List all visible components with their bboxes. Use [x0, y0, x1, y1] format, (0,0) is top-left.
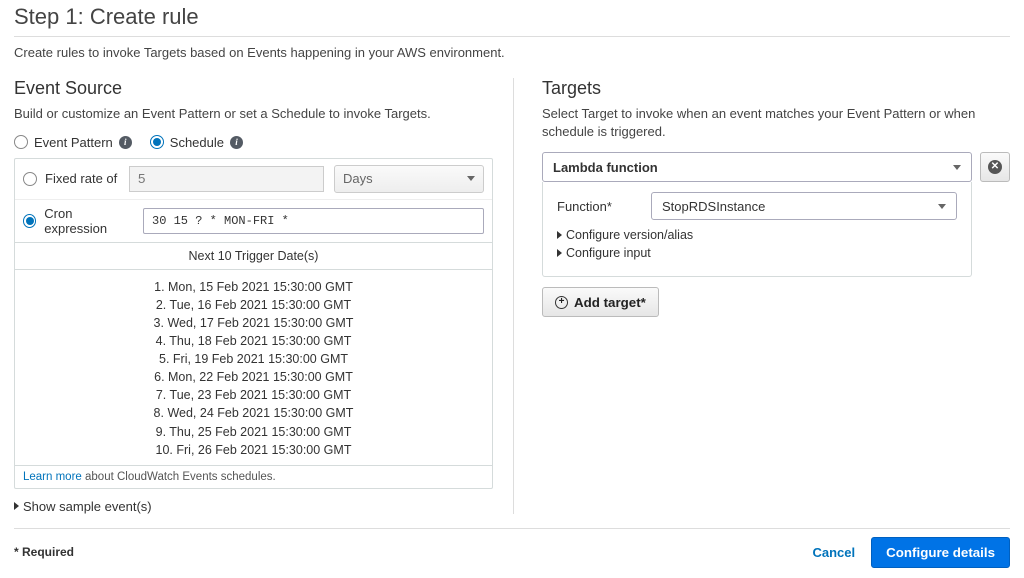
target-type-select[interactable]: Lambda function [542, 152, 972, 182]
radio-schedule[interactable]: Schedule i [150, 135, 243, 150]
event-source-desc: Build or customize an Event Pattern or s… [14, 105, 493, 123]
close-icon: ✕ [988, 160, 1002, 174]
learn-more-link[interactable]: Learn more [23, 471, 82, 483]
radio-icon [150, 135, 164, 149]
trigger-date: 5. Fri, 19 Feb 2021 15:30:00 GMT [15, 350, 492, 368]
trigger-dates-list: 1. Mon, 15 Feb 2021 15:30:00 GMT 2. Tue,… [15, 269, 492, 465]
page-title: Step 1: Create rule [14, 4, 1010, 30]
fixed-rate-input [129, 166, 324, 192]
chevron-right-icon [14, 502, 19, 510]
targets-heading: Targets [542, 78, 1010, 99]
trigger-dates-header: Next 10 Trigger Date(s) [15, 242, 492, 269]
info-icon[interactable]: i [119, 136, 132, 149]
fixed-rate-unit-value: Days [343, 171, 373, 186]
radio-fixed-rate[interactable] [23, 172, 37, 186]
trigger-date: 7. Tue, 23 Feb 2021 15:30:00 GMT [15, 386, 492, 404]
chevron-down-icon [467, 176, 475, 181]
radio-event-pattern-label: Event Pattern [34, 135, 113, 150]
chevron-down-icon [938, 204, 946, 209]
learn-more-row: Learn more about CloudWatch Events sched… [15, 465, 492, 488]
trigger-date: 4. Thu, 18 Feb 2021 15:30:00 GMT [15, 332, 492, 350]
trigger-date: 2. Tue, 16 Feb 2021 15:30:00 GMT [15, 296, 492, 314]
fixed-rate-label: Fixed rate of [45, 171, 117, 186]
event-source-heading: Event Source [14, 78, 493, 99]
target-type-value: Lambda function [553, 160, 658, 175]
function-label: Function* [557, 199, 631, 214]
title-divider [14, 36, 1010, 37]
trigger-date: 8. Wed, 24 Feb 2021 15:30:00 GMT [15, 404, 492, 422]
page-subtitle: Create rules to invoke Targets based on … [14, 45, 1010, 60]
configure-version-expander[interactable]: Configure version/alias [557, 228, 957, 242]
radio-event-pattern[interactable]: Event Pattern i [14, 135, 132, 150]
cron-label: Cron expression [44, 206, 133, 236]
radio-schedule-label: Schedule [170, 135, 224, 150]
target-config-panel: Function* StopRDSInstance Configure vers… [542, 182, 972, 277]
trigger-date: 6. Mon, 22 Feb 2021 15:30:00 GMT [15, 368, 492, 386]
function-value: StopRDSInstance [662, 199, 765, 214]
configure-input-expander[interactable]: Configure input [557, 246, 957, 260]
trigger-date: 3. Wed, 17 Feb 2021 15:30:00 GMT [15, 314, 492, 332]
trigger-date: 9. Thu, 25 Feb 2021 15:30:00 GMT [15, 423, 492, 441]
radio-icon [14, 135, 28, 149]
configure-details-button[interactable]: Configure details [871, 537, 1010, 568]
trigger-date: 1. Mon, 15 Feb 2021 15:30:00 GMT [15, 278, 492, 296]
chevron-right-icon [557, 249, 562, 257]
fixed-rate-row: Fixed rate of Days [15, 159, 492, 199]
add-target-label: Add target* [574, 295, 646, 310]
configure-input-label: Configure input [566, 246, 651, 260]
configure-version-label: Configure version/alias [566, 228, 693, 242]
trigger-date: 10. Fri, 26 Feb 2021 15:30:00 GMT [15, 441, 492, 459]
function-select[interactable]: StopRDSInstance [651, 192, 957, 220]
info-icon[interactable]: i [230, 136, 243, 149]
radio-cron[interactable] [23, 214, 36, 228]
event-source-mode-row: Event Pattern i Schedule i [14, 135, 493, 150]
add-target-button[interactable]: + Add target* [542, 287, 659, 317]
chevron-right-icon [557, 231, 562, 239]
cancel-button[interactable]: Cancel [813, 545, 856, 560]
plus-icon: + [555, 296, 568, 309]
learn-more-suffix: about CloudWatch Events schedules. [82, 471, 276, 483]
targets-desc: Select Target to invoke when an event ma… [542, 105, 1010, 140]
required-note: * Required [14, 545, 74, 559]
cron-expression-input[interactable] [143, 208, 484, 234]
chevron-down-icon [953, 165, 961, 170]
remove-target-button[interactable]: ✕ [980, 152, 1010, 182]
cron-row: Cron expression [15, 199, 492, 242]
schedule-box: Fixed rate of Days Cron expression N [14, 158, 493, 489]
fixed-rate-unit-select: Days [334, 165, 484, 193]
footer-divider [14, 528, 1010, 529]
